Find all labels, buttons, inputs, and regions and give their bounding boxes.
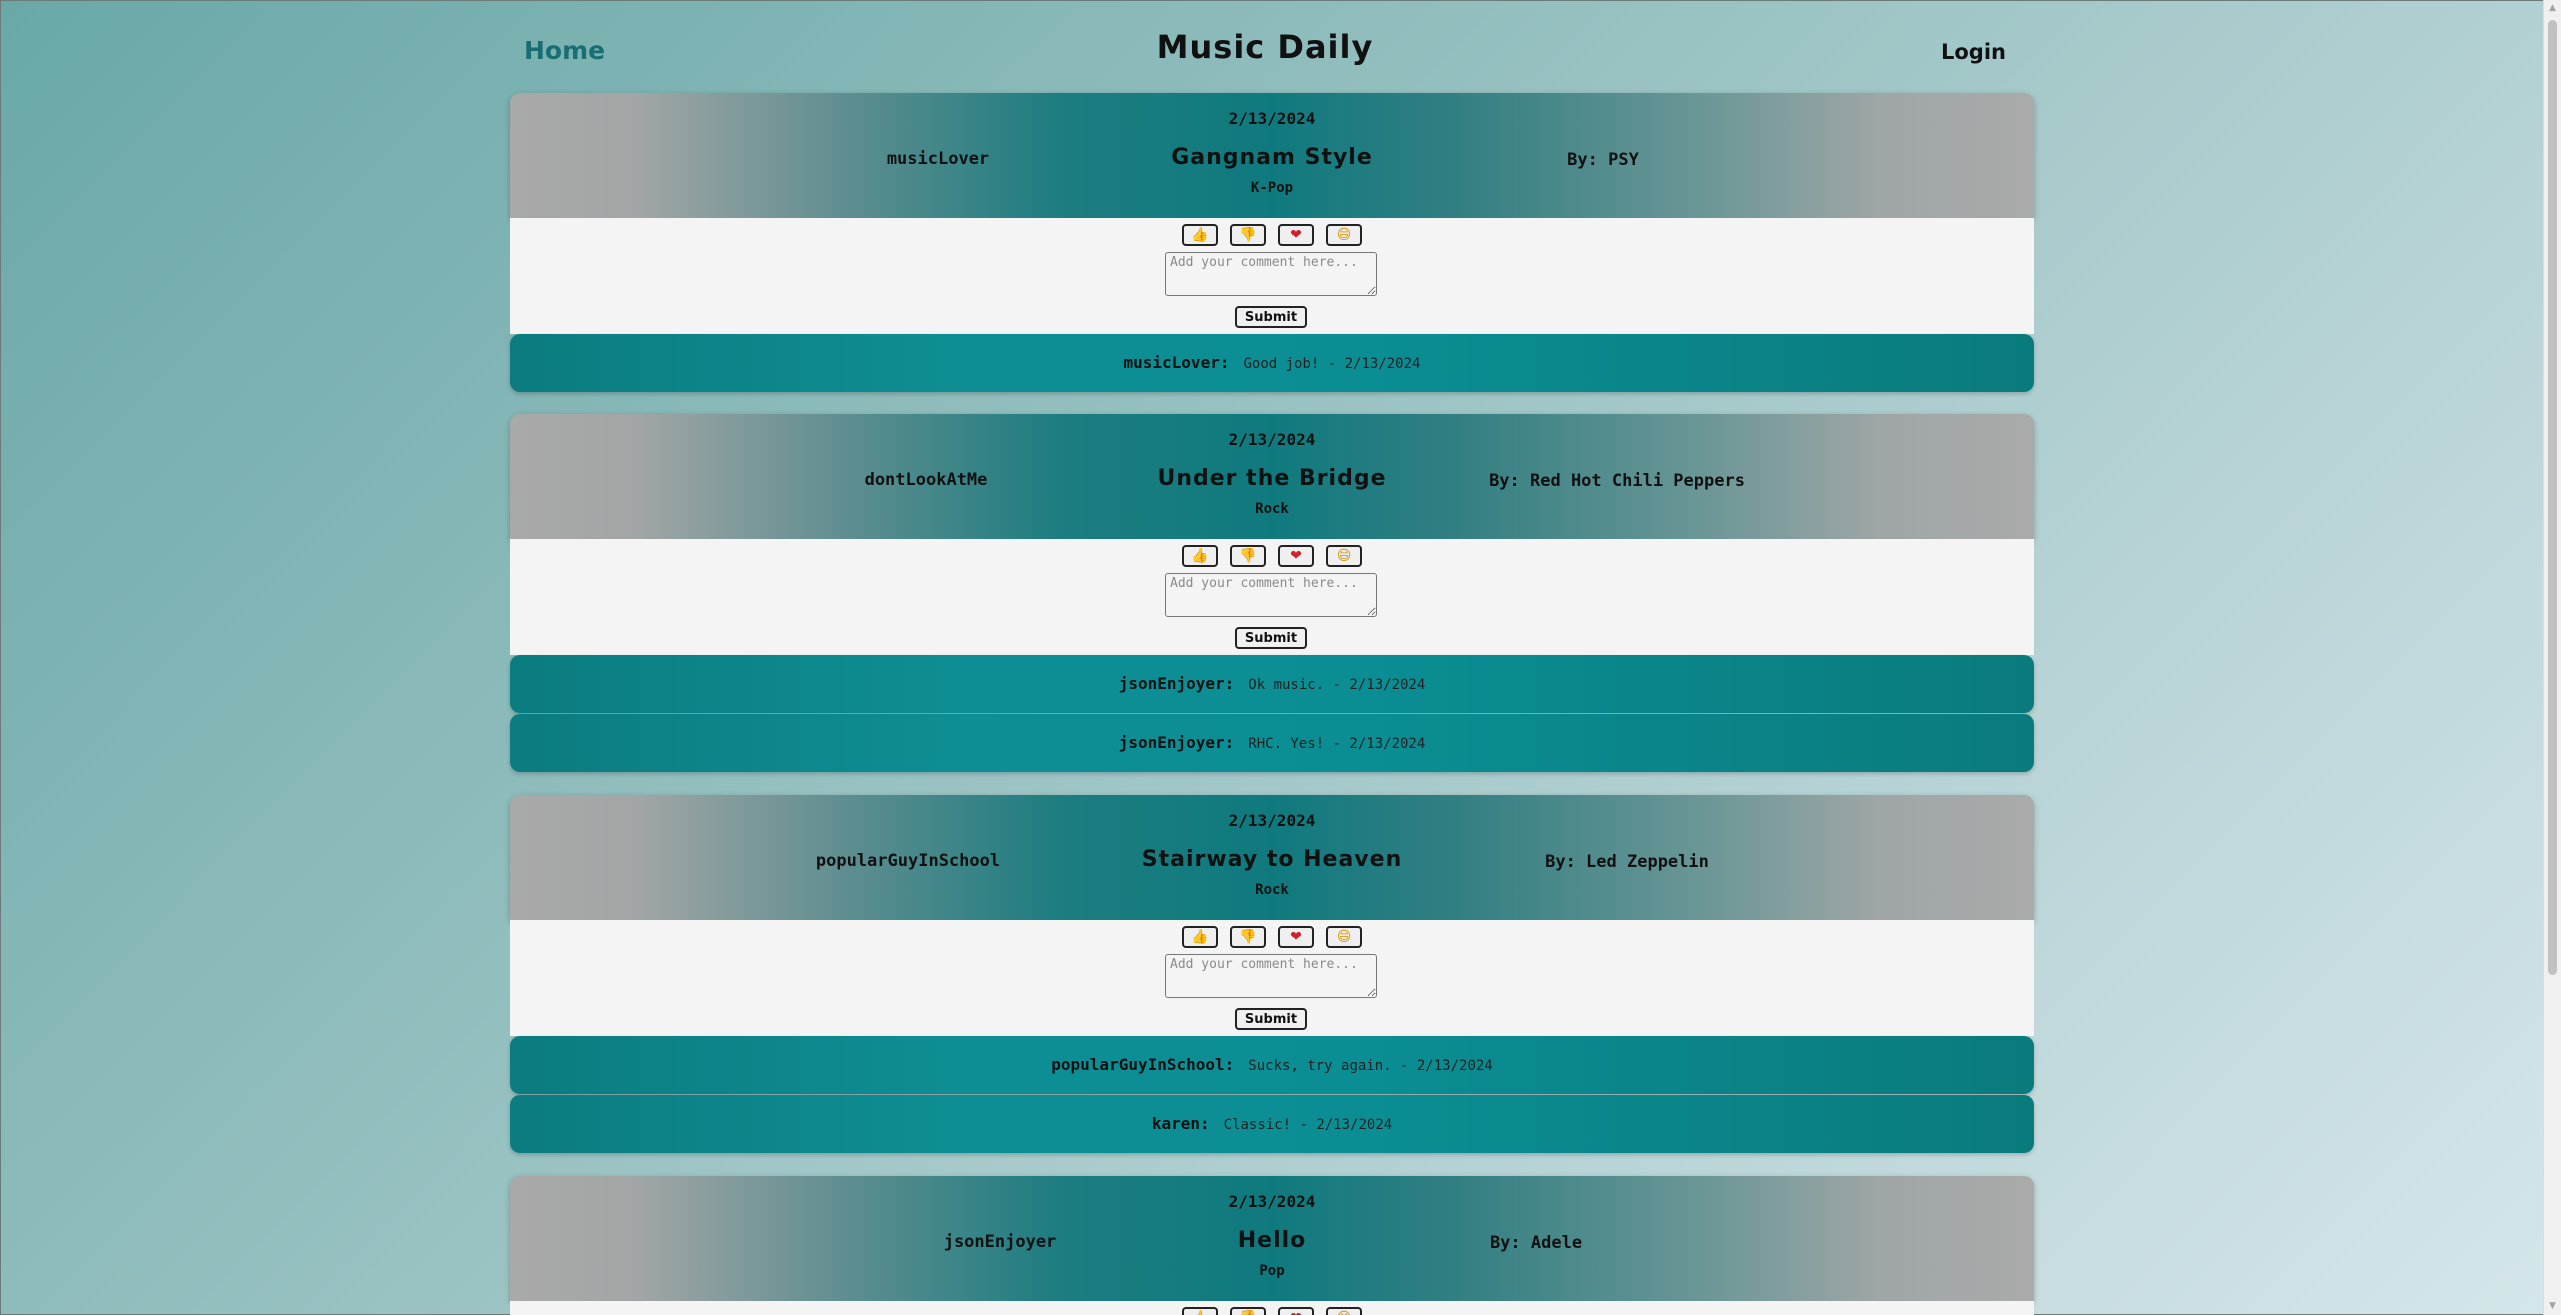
post-song-title: Gangnam Style: [1171, 145, 1373, 170]
heart-icon[interactable]: ❤: [1278, 926, 1314, 948]
post-card: 2/13/2024 jsonEnjoyer Hello Pop By: Adel…: [510, 1176, 2034, 1315]
post-date: 2/13/2024: [1228, 811, 1316, 830]
post-song-title: Stairway to Heaven: [1141, 847, 1403, 872]
top-nav: Home Music Daily Login: [510, 28, 2020, 80]
post-actions: 👍 👎 ❤ 😄 Submit: [510, 218, 2034, 334]
comment-item: jsonEnjoyer: RHC. Yes! - 2/13/2024: [510, 714, 2034, 772]
thumbs-down-icon[interactable]: 👎: [1230, 545, 1266, 567]
thumbs-up-icon[interactable]: 👍: [1182, 1307, 1218, 1315]
comment-text: Sucks, try again. - 2/13/2024: [1248, 1058, 1493, 1074]
post-genre: Rock: [1255, 882, 1289, 898]
post-artist: By: Led Zeppelin: [1545, 852, 1709, 872]
reaction-bar: 👍 👎 ❤ 😄: [510, 926, 2034, 948]
comment-item: jsonEnjoyer: Ok music. - 2/13/2024: [510, 655, 2034, 713]
scroll-up-arrow-icon[interactable]: ▲: [2544, 0, 2561, 17]
post-card: 2/13/2024 musicLover Gangnam Style K-Pop…: [510, 93, 2034, 392]
submit-comment-button[interactable]: Submit: [1235, 1008, 1307, 1030]
post-header: 2/13/2024 musicLover Gangnam Style K-Pop…: [510, 93, 2034, 218]
post-header: 2/13/2024 popularGuyInSchool Stairway to…: [510, 795, 2034, 920]
comment-username: jsonEnjoyer:: [1118, 733, 1235, 752]
reaction-bar: 👍 👎 ❤ 😄: [510, 224, 2034, 246]
post-song-title: Under the Bridge: [1157, 466, 1387, 491]
reaction-bar: 👍 👎 ❤ 😄: [510, 1307, 2034, 1315]
comment-text: RHC. Yes! - 2/13/2024: [1248, 736, 1426, 752]
post-artist: By: Red Hot Chili Peppers: [1489, 471, 1745, 491]
thumbs-up-icon[interactable]: 👍: [1182, 224, 1218, 246]
thumbs-down-icon[interactable]: 👎: [1230, 224, 1266, 246]
comment-username: jsonEnjoyer:: [1118, 674, 1235, 693]
laugh-icon[interactable]: 😄: [1326, 545, 1362, 567]
laugh-icon[interactable]: 😄: [1326, 1307, 1362, 1315]
post-genre: Rock: [1255, 501, 1289, 517]
post-header: 2/13/2024 dontLookAtMe Under the Bridge …: [510, 414, 2034, 539]
comment-item: musicLover: Good job! - 2/13/2024: [510, 334, 2034, 392]
comment-item: popularGuyInSchool: Sucks, try again. - 2…: [510, 1036, 2034, 1094]
post-actions: 👍 👎 ❤ 😄 Submit: [510, 539, 2034, 655]
comment-input[interactable]: [1165, 252, 1377, 296]
scroll-down-arrow-icon[interactable]: ▼: [2544, 1298, 2561, 1315]
heart-icon[interactable]: ❤: [1278, 545, 1314, 567]
post-header: 2/13/2024 jsonEnjoyer Hello Pop By: Adel…: [510, 1176, 2034, 1301]
post-genre: K-Pop: [1250, 180, 1294, 196]
thumbs-down-icon[interactable]: 👎: [1230, 1307, 1266, 1315]
reaction-bar: 👍 👎 ❤ 😄: [510, 545, 2034, 567]
comment-username: musicLover:: [1123, 353, 1230, 372]
thumbs-down-icon[interactable]: 👎: [1230, 926, 1266, 948]
scrollbar-thumb[interactable]: [2548, 20, 2557, 975]
post-genre: Pop: [1259, 1263, 1285, 1279]
comment-input[interactable]: [1165, 573, 1377, 617]
comment-username: popularGuyInSchool:: [1051, 1055, 1235, 1074]
post-date: 2/13/2024: [1228, 1192, 1316, 1211]
post-card: 2/13/2024 popularGuyInSchool Stairway to…: [510, 795, 2034, 1153]
post-artist: By: PSY: [1567, 150, 1639, 170]
site-title: Music Daily: [1156, 28, 1374, 66]
heart-icon[interactable]: ❤: [1278, 224, 1314, 246]
heart-icon[interactable]: ❤: [1278, 1307, 1314, 1315]
laugh-icon[interactable]: 😄: [1326, 926, 1362, 948]
comment-item: karen: Classic! - 2/13/2024: [510, 1095, 2034, 1153]
thumbs-up-icon[interactable]: 👍: [1182, 926, 1218, 948]
submit-comment-button[interactable]: Submit: [1235, 306, 1307, 328]
comment-input[interactable]: [1165, 954, 1377, 998]
post-date: 2/13/2024: [1228, 430, 1316, 449]
post-card: 2/13/2024 dontLookAtMe Under the Bridge …: [510, 414, 2034, 772]
post-song-title: Hello: [1237, 1228, 1307, 1253]
thumbs-up-icon[interactable]: 👍: [1182, 545, 1218, 567]
laugh-icon[interactable]: 😄: [1326, 224, 1362, 246]
post-date: 2/13/2024: [1228, 109, 1316, 128]
comment-text: Classic! - 2/13/2024: [1223, 1117, 1393, 1133]
post-actions: 👍 👎 ❤ 😄: [510, 1301, 2034, 1315]
comment-text: Ok music. - 2/13/2024: [1248, 677, 1426, 693]
post-actions: 👍 👎 ❤ 😄 Submit: [510, 920, 2034, 1036]
post-artist: By: Adele: [1489, 1233, 1583, 1253]
comment-username: karen:: [1151, 1114, 1210, 1133]
comment-text: Good job! - 2/13/2024: [1243, 356, 1421, 372]
vertical-scrollbar[interactable]: ▲ ▼: [2543, 0, 2561, 1315]
submit-comment-button[interactable]: Submit: [1235, 627, 1307, 649]
login-link[interactable]: Login: [1941, 40, 2006, 64]
